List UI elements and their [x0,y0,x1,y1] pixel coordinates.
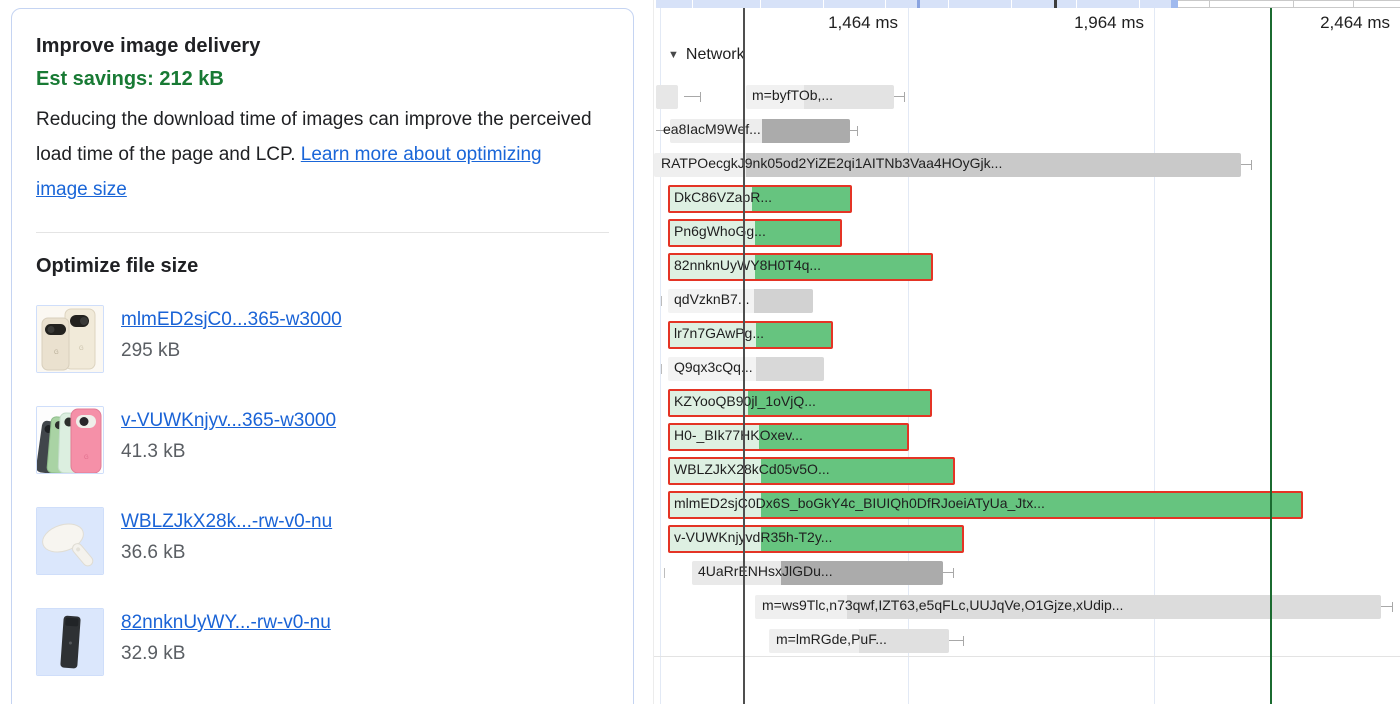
file-link[interactable]: mlmED2sjC0...365-w3000 [121,309,342,330]
card-description: Reducing the download time of images can… [36,103,592,208]
network-request-row[interactable]: m=byfTOb,... [654,80,1400,114]
network-request-row[interactable]: lr7n7GAwPg... [654,318,1400,352]
file-thumbnail-phone-black [36,608,104,676]
request-bar-highlighted[interactable] [668,389,932,417]
file-meta: mlmED2sjC0...365-w3000 295 kB [121,305,342,362]
network-request-row[interactable]: ea8IacM9Wef... [654,114,1400,148]
request-fragment[interactable] [656,85,678,109]
file-link[interactable]: WBLZJkX28k...-rw-v0-nu [121,511,332,532]
network-request-row[interactable]: WBLZJkX28kCd05v5O... [654,454,1400,488]
request-bar-highlighted[interactable] [668,457,955,485]
network-request-row[interactable]: m=lmRGde,PuF... [654,624,1400,658]
network-request-row[interactable]: v-VUWKnjyvdR35h-T2y... [654,522,1400,556]
divider [36,232,609,233]
request-bar[interactable] [692,561,943,585]
network-track-header[interactable]: ▼ Network [668,46,745,64]
network-request-row[interactable]: H0-_BIk77HKOxev... [654,420,1400,454]
est-savings-label: Est savings: 212 kB [36,68,609,91]
optimize-file-size-heading: Optimize file size [36,255,609,278]
timeline-mini-strip [654,0,1400,8]
file-item: WBLZJkX28k...-rw-v0-nu 36.6 kB [36,507,609,575]
network-request-row[interactable]: DkC86VZapR... [654,182,1400,216]
file-size: 295 kB [121,340,342,362]
request-bar[interactable] [668,289,813,313]
request-bar-highlighted[interactable] [668,423,909,451]
performance-network-track: 1,464 ms 1,964 ms 2,464 ms ▼ Network m=byf… [653,0,1400,704]
file-item: 82nnknUyWY...-rw-v0-nu 32.9 kB [36,608,609,676]
request-bar-highlighted[interactable] [668,525,964,553]
request-bar-highlighted[interactable] [668,185,852,213]
file-link[interactable]: 82nnknUyWY...-rw-v0-nu [121,612,331,633]
file-item: Gv-VUWKnjyv...365-w3000 41.3 kB [36,406,609,474]
collapse-triangle-icon[interactable]: ▼ [668,49,679,61]
file-item: G GmlmED2sjC0...365-w3000295 kB [36,305,609,373]
network-track-title: Network [686,46,745,64]
file-meta: v-VUWKnjyv...365-w3000 41.3 kB [121,406,336,463]
svg-text:G: G [79,346,84,352]
file-meta: WBLZJkX28k...-rw-v0-nu 36.6 kB [121,507,332,564]
card-title: Improve image delivery [36,35,609,58]
network-request-row[interactable]: Q9qx3cQq... [654,352,1400,386]
file-link[interactable]: v-VUWKnjyv...365-w3000 [121,410,336,431]
request-bar[interactable] [769,629,949,653]
file-size: 36.6 kB [121,542,332,564]
request-bar-highlighted[interactable] [668,321,833,349]
network-request-row[interactable]: RATPOecgkJ9nk05od2YiZE2qi1AITNb3Vaa4HOyG… [654,148,1400,182]
network-request-row[interactable]: mlmED2sjC0Dx6S_boGkY4c_BIUIQh0DfRJoeiATy… [654,488,1400,522]
svg-text:G: G [54,350,59,356]
network-request-row[interactable]: m=ws9Tlc,n73qwf,IZT63,e5qFLc,UUJqVe,O1Gj… [654,590,1400,624]
ruler-label: 1,464 ms [828,13,898,33]
ruler-label: 1,964 ms [1074,13,1144,33]
request-bar-highlighted[interactable] [668,219,842,247]
ruler-label: 2,464 ms [1320,13,1390,33]
improve-image-delivery-card: Improve image delivery Est savings: 212 … [11,8,634,704]
file-list: G GmlmED2sjC0...365-w3000295 kB Gv-VUWKn… [36,305,609,676]
file-meta: 82nnknUyWY...-rw-v0-nu 32.9 kB [121,608,331,665]
file-size: 41.3 kB [121,441,336,463]
network-request-row[interactable]: qdVzknB7... [654,284,1400,318]
request-bar[interactable] [668,357,824,381]
network-request-row[interactable]: Pn6gWhoGg... [654,216,1400,250]
network-request-row[interactable]: KZYooQB90jl_1oVjQ... [654,386,1400,420]
marker-line [743,8,745,704]
request-bar-highlighted[interactable] [668,253,933,281]
request-bar[interactable] [670,119,850,143]
file-thumbnail-chromecast [36,507,104,575]
lcp-marker-line [1270,8,1272,704]
svg-text:G: G [84,455,89,461]
network-request-row[interactable]: 82nnknUyWY8H0T4q... [654,250,1400,284]
track-bottom-separator [654,656,1400,657]
request-bar-highlighted[interactable] [668,491,1303,519]
request-bar[interactable] [746,85,894,109]
file-size: 32.9 kB [121,643,331,665]
network-request-row[interactable]: 4UaRrENHsxJlGDu... [654,556,1400,590]
file-thumbnail-phones-colors: G [36,406,104,474]
request-bar[interactable] [755,595,1381,619]
file-thumbnail-phones-cream: G G [36,305,104,373]
